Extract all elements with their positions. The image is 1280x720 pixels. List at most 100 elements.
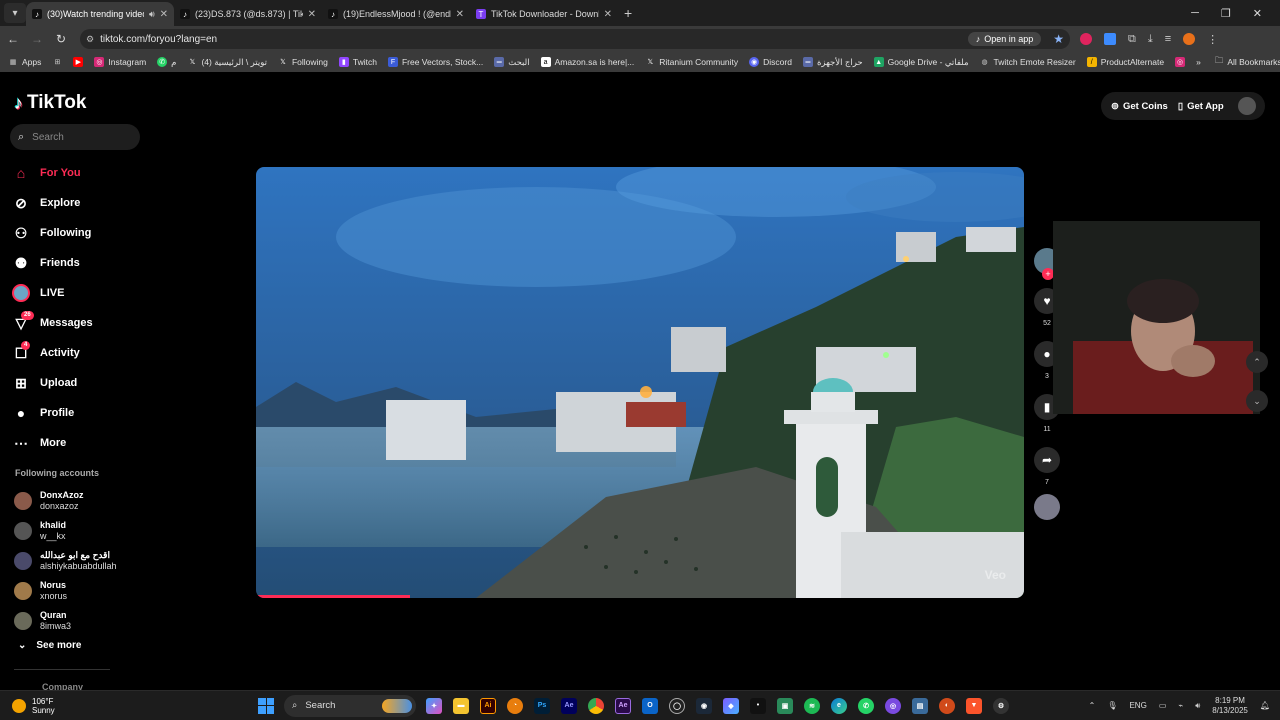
settings-gear-icon[interactable]: ⚙ xyxy=(993,697,1009,714)
network-icon[interactable]: ⌁ xyxy=(1178,701,1183,710)
photoshop-icon[interactable]: Ps xyxy=(534,697,550,714)
terminal-icon[interactable]: ▤ xyxy=(912,697,928,714)
bookmark-tab-groups[interactable]: ⊞ xyxy=(52,57,62,67)
extension-blue-icon[interactable] xyxy=(1104,33,1116,45)
bookmark-haraj[interactable]: ═ حراج الأجهزة xyxy=(802,57,863,68)
nav-profile[interactable]: ● Profile xyxy=(12,398,142,428)
notification-bell-icon[interactable]: 🔔︎ xyxy=(1260,701,1270,710)
copilot-icon[interactable]: ✦ xyxy=(426,697,442,714)
brave-icon[interactable]: ▼ xyxy=(966,697,982,714)
following-account-item[interactable]: Quran 8imwa3 xyxy=(14,606,117,636)
bookmark-instagram-2[interactable]: ◎ xyxy=(1175,57,1186,67)
display-icon[interactable]: ▭ xyxy=(1159,701,1167,710)
nav-more[interactable]: ⋯ More xyxy=(12,428,142,458)
blender-icon[interactable]: ◔ xyxy=(507,697,523,714)
bookmark-discord[interactable]: ◉ Discord xyxy=(749,57,792,67)
close-tab-icon[interactable]: ✕ xyxy=(160,9,168,20)
user-avatar[interactable] xyxy=(1237,97,1256,115)
speaker-icon[interactable]: 🔊︎ xyxy=(149,9,155,20)
close-tab-icon[interactable]: ✕ xyxy=(308,9,316,20)
bookmark-emote-resizer[interactable]: ◍ Twitch Emote Resizer xyxy=(980,57,1075,67)
close-window-icon[interactable]: ✕ xyxy=(1253,7,1262,20)
bookmark-star-icon[interactable]: ★ xyxy=(1053,32,1064,46)
tiktok-logo[interactable]: ♪ TikTok xyxy=(14,92,86,114)
scroll-down-button[interactable]: ⌄ xyxy=(1246,390,1268,412)
origin-icon[interactable]: ◐ xyxy=(939,697,955,714)
tab-search-button[interactable]: ▾ xyxy=(4,3,26,23)
see-more-button[interactable]: ⌄ See more xyxy=(18,640,81,651)
windows-start-icon[interactable] xyxy=(258,697,274,714)
following-account-item[interactable]: اقدح مع ابو عبدالله alshiykabuabdullah xyxy=(14,546,117,576)
tab-endlessmjood[interactable]: ♪ (19)EndlessMjood ! (@endlessm ✕ xyxy=(322,2,470,26)
nav-live[interactable]: LIVE xyxy=(12,278,142,308)
microphone-icon[interactable]: 🎙︎ xyxy=(1107,701,1117,710)
bookmark-ritanium[interactable]: 𝕏 Ritanium Community xyxy=(645,57,738,67)
weather-widget[interactable]: 106°F Sunny xyxy=(0,697,250,715)
search-input[interactable]: ⌕ Search xyxy=(10,124,140,150)
extensions-puzzle-icon[interactable]: ⧉ xyxy=(1128,33,1136,46)
nav-explore[interactable]: ⊘ Explore xyxy=(12,188,142,218)
bookmark-apps[interactable]: ▦ Apps xyxy=(8,57,42,67)
scroll-up-button[interactable]: ⌃ xyxy=(1246,351,1268,373)
chevron-up-icon[interactable]: ⌃ xyxy=(1089,701,1096,710)
bookmark-whatsapp[interactable]: ✆ م xyxy=(157,57,176,68)
reload-icon[interactable]: ↻ xyxy=(50,32,72,46)
tab-ds873[interactable]: ♪ (23)DS.873 (@ds.873) | TikTok ✕ xyxy=(174,2,322,26)
after-effects-icon[interactable]: Ae xyxy=(561,697,577,714)
nav-upload[interactable]: ⊞ Upload xyxy=(12,368,142,398)
edge-icon[interactable]: e xyxy=(831,697,847,714)
extension-red-icon[interactable] xyxy=(1080,33,1092,45)
spotify-icon[interactable]: ≋ xyxy=(804,697,820,714)
chrome-menu-icon[interactable]: ⋮ xyxy=(1207,33,1218,46)
media-control-icon[interactable]: ≡ xyxy=(1165,33,1171,45)
bookmark-amazon[interactable]: a Amazon.sa is here|... xyxy=(540,57,634,67)
video-progress-bar[interactable] xyxy=(256,595,410,598)
minimize-icon[interactable]: ─ xyxy=(1191,7,1199,20)
bookmark-following[interactable]: 𝕏 Following xyxy=(278,57,328,67)
following-account-item[interactable]: Norus xnorus xyxy=(14,576,117,606)
back-icon[interactable]: ← xyxy=(2,32,24,46)
language-indicator[interactable]: ENG xyxy=(1129,701,1146,710)
tab-tiktok-downloader[interactable]: T TikTok Downloader - Downloa ✕ xyxy=(470,2,618,26)
profile-avatar-icon[interactable] xyxy=(1183,33,1196,45)
file-explorer-icon[interactable]: ▬ xyxy=(453,697,469,714)
steam-icon[interactable]: ◉ xyxy=(696,697,712,714)
bookmark-search[interactable]: ═ البحث xyxy=(494,57,530,68)
bookmark-twitch[interactable]: ▮ Twitch xyxy=(338,57,377,67)
address-bar[interactable]: ⚙ tiktok.com/foryou?lang=en ♪ Open in ap… xyxy=(80,29,1070,49)
nav-messages[interactable]: ▽ 26 Messages xyxy=(12,308,142,338)
clock[interactable]: 8:19 PM 8/13/2025 xyxy=(1212,696,1248,716)
get-coins-button[interactable]: ⊚ Get Coins xyxy=(1111,101,1168,112)
adobe-app-icon[interactable]: Ae xyxy=(615,697,631,714)
nav-activity[interactable]: ☐ 4 Activity xyxy=(12,338,142,368)
forward-icon[interactable]: → xyxy=(26,32,48,46)
site-info-icon[interactable]: ⚙ xyxy=(86,34,94,45)
media-app-icon[interactable]: • xyxy=(750,697,766,714)
all-bookmarks[interactable]: 🗀 All Bookmarks xyxy=(1215,55,1280,69)
tab-tiktok-foryou[interactable]: ♪ (30)Watch trending videos 🔊︎ ✕ xyxy=(26,2,174,26)
bookmark-x-home[interactable]: 𝕏 تويتر \ الرئيسية (4) xyxy=(187,57,267,68)
whatsapp-icon[interactable]: ✆ xyxy=(858,697,874,714)
outlook-icon[interactable]: O xyxy=(642,697,658,714)
video-player[interactable]: Veo xyxy=(256,167,1024,598)
illustrator-icon[interactable]: Ai xyxy=(480,697,496,714)
bookmark-productalternate[interactable]: / ProductAlternate xyxy=(1086,57,1164,67)
share-button[interactable]: ➦ xyxy=(1034,447,1060,473)
chrome-icon[interactable] xyxy=(588,697,604,714)
app-purple-icon[interactable]: ◎ xyxy=(885,697,901,714)
close-tab-icon[interactable]: ✕ xyxy=(456,9,464,20)
taskbar-search[interactable]: ⌕ Search xyxy=(284,694,416,717)
nav-for-you[interactable]: ⌂ For You xyxy=(12,158,142,188)
volume-icon[interactable]: 🔊︎ xyxy=(1195,701,1200,711)
bookmark-instagram[interactable]: ◎ Instagram xyxy=(94,57,146,67)
github-icon[interactable]: ◯ xyxy=(669,697,685,714)
new-tab-icon[interactable]: + xyxy=(624,5,632,21)
app-icon[interactable]: ◆ xyxy=(723,697,739,714)
store-icon[interactable]: ▣ xyxy=(777,697,793,714)
bookmark-youtube[interactable]: ▶ xyxy=(73,57,84,67)
open-in-app-button[interactable]: ♪ Open in app xyxy=(967,32,1042,46)
chevron-right-icon[interactable]: » xyxy=(1196,57,1201,67)
download-icon[interactable]: ⤓ xyxy=(1148,33,1153,46)
following-account-item[interactable]: DonxAzoz donxazoz xyxy=(14,486,117,516)
get-app-button[interactable]: ▯ Get App xyxy=(1178,101,1224,112)
